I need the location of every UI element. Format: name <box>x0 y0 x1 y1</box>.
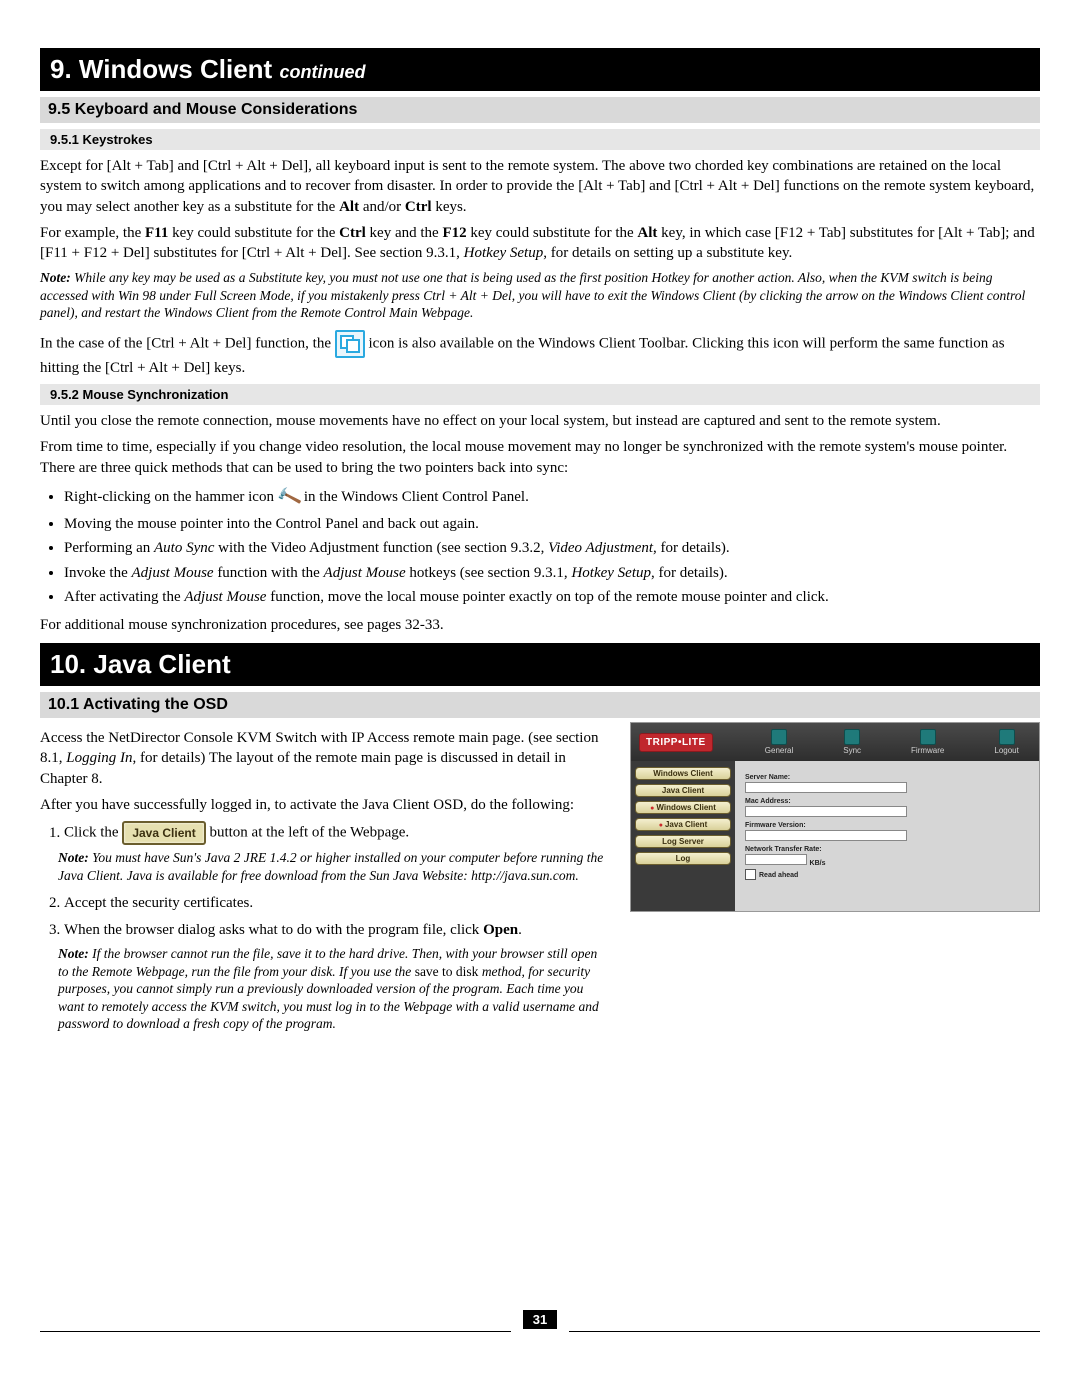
webpage-header: TRIPP•LITE General Sync Firmware Logout <box>631 723 1039 761</box>
paragraph: For example, the F11 key could substitut… <box>40 223 1040 264</box>
step-1: Click the Java Client button at the left… <box>64 821 610 884</box>
nav-icon <box>771 729 787 745</box>
nav-icon <box>920 729 936 745</box>
nav-icon <box>999 729 1015 745</box>
field-row: Server Name: <box>745 771 1029 793</box>
page-number: 31 <box>523 1310 557 1329</box>
java-client-button: Java Client <box>122 821 205 845</box>
checkbox-icon <box>745 869 756 880</box>
paragraph: After you have successfully logged in, t… <box>40 795 610 815</box>
spacer <box>40 1041 1040 1301</box>
paragraph: For additional mouse synchronization pro… <box>40 615 1040 635</box>
footer-rule <box>40 1331 511 1332</box>
nav-item: Sync <box>843 729 861 755</box>
tripplite-logo: TRIPP•LITE <box>639 733 713 752</box>
list-item: After activating the Adjust Mouse functi… <box>64 586 1040 609</box>
footer-rule <box>569 1331 1040 1332</box>
paragraph: From time to time, especially if you cha… <box>40 437 1040 478</box>
list-item: Right-clicking on the hammer icon 🔨 in t… <box>64 484 1040 511</box>
nav-item: Logout <box>994 729 1018 755</box>
list-item: Performing an Auto Sync with the Video A… <box>64 537 1040 560</box>
list-item: Moving the mouse pointer into the Contro… <box>64 513 1040 536</box>
footer: 31 <box>40 1301 1040 1338</box>
left-column: Access the NetDirector Console KVM Switc… <box>40 722 610 1041</box>
sidebar-btn: Log <box>635 852 731 865</box>
paragraph: In the case of the [Ctrl + Alt + Del] fu… <box>40 330 1040 378</box>
field-row: Mac Address: <box>745 795 1029 817</box>
bullet-list: Right-clicking on the hammer icon 🔨 in t… <box>64 484 1040 609</box>
paragraph: Until you close the remote connection, m… <box>40 411 1040 431</box>
ordered-steps: Click the Java Client button at the left… <box>64 821 610 1033</box>
section-heading-9: 9. Windows Client continued <box>40 48 1040 91</box>
heading-text: 9. Windows Client <box>50 54 279 84</box>
subsection-9-5-2: 9.5.2 Mouse Synchronization <box>40 384 1040 405</box>
text-input <box>745 830 907 841</box>
sidebar-btn: Windows Client <box>635 801 731 814</box>
nav-item: Firmware <box>911 729 944 755</box>
nav-item: General <box>765 729 793 755</box>
webpage-main: Server Name: Mac Address: Firmware Versi… <box>735 761 1039 911</box>
note: Note: While any key may be used as a Sub… <box>40 269 1040 322</box>
two-column-layout: Access the NetDirector Console KVM Switc… <box>40 722 1040 1041</box>
field-row: Network Transfer Rate: KB/s <box>745 843 1029 867</box>
webpage-nav: General Sync Firmware Logout <box>753 729 1031 755</box>
step-3: When the browser dialog asks what to do … <box>64 919 610 1033</box>
list-item: Invoke the Adjust Mouse function with th… <box>64 562 1040 585</box>
paragraph: Access the NetDirector Console KVM Switc… <box>40 728 610 789</box>
webpage-sidebar: Windows Client Java Client Windows Clien… <box>631 761 735 911</box>
sidebar-btn: Log Server <box>635 835 731 848</box>
hammer-icon: 🔨 <box>274 481 304 514</box>
right-column: TRIPP•LITE General Sync Firmware Logout … <box>630 722 1040 1041</box>
subsection-10-1: 10.1 Activating the OSD <box>40 692 1040 718</box>
text-input <box>745 854 807 865</box>
nav-icon <box>844 729 860 745</box>
note: Note: If the browser cannot run the file… <box>58 945 610 1033</box>
text-input <box>745 806 907 817</box>
ctrl-alt-del-icon <box>335 330 365 358</box>
subsection-9-5-1: 9.5.1 Keystrokes <box>40 129 1040 150</box>
step-2: Accept the security certificates. <box>64 892 610 915</box>
note: Note: You must have Sun's Java 2 JRE 1.4… <box>58 849 610 884</box>
document-page: 9. Windows Client continued 9.5 Keyboard… <box>0 0 1080 1358</box>
field-row: Read ahead <box>745 869 1029 880</box>
field-row: Firmware Version: <box>745 819 1029 841</box>
webpage-body: Windows Client Java Client Windows Clien… <box>631 761 1039 911</box>
section-heading-10: 10. Java Client <box>40 643 1040 686</box>
paragraph: Except for [Alt + Tab] and [Ctrl + Alt +… <box>40 156 1040 217</box>
sidebar-btn: Java Client <box>635 818 731 831</box>
sidebar-btn: Windows Client <box>635 767 731 780</box>
subsection-9-5: 9.5 Keyboard and Mouse Considerations <box>40 97 1040 123</box>
text-input <box>745 782 907 793</box>
heading-continued: continued <box>279 62 365 82</box>
webpage-screenshot: TRIPP•LITE General Sync Firmware Logout … <box>630 722 1040 912</box>
sidebar-btn: Java Client <box>635 784 731 797</box>
